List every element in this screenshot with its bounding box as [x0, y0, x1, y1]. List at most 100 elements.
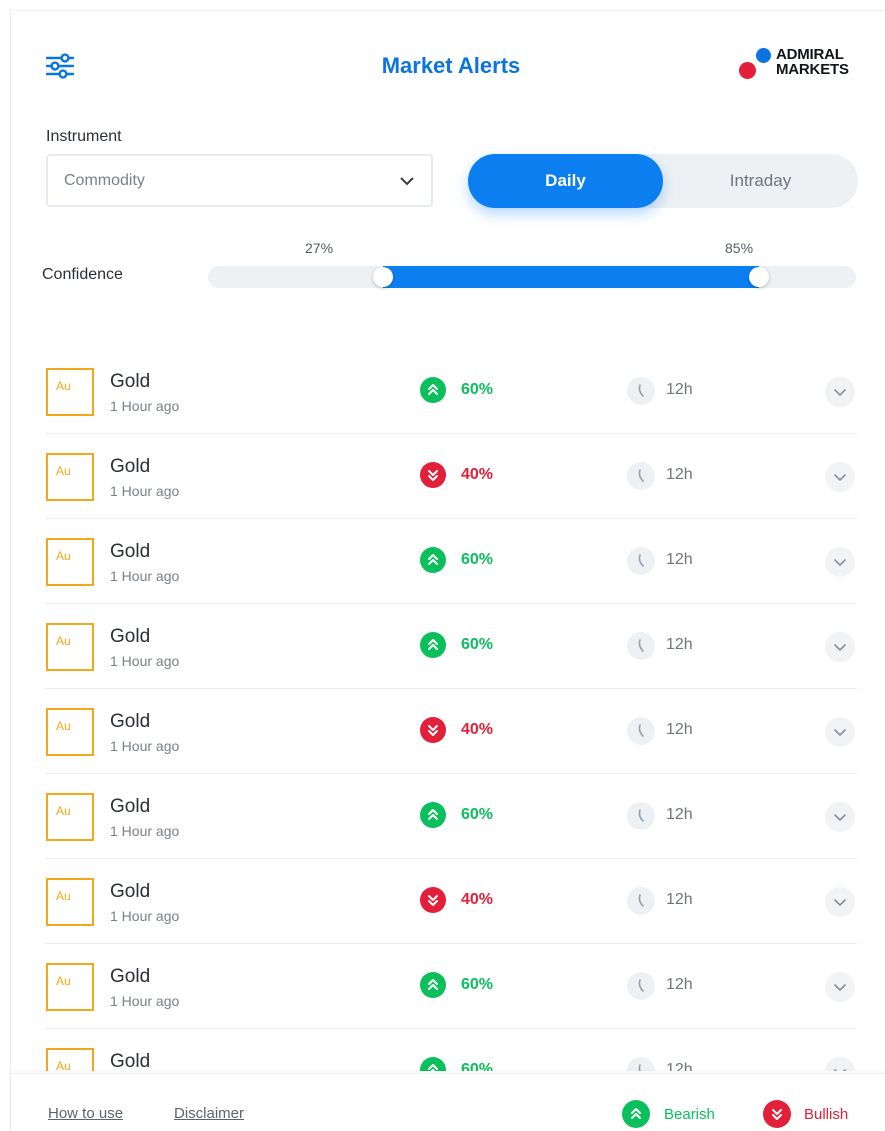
alert-time: 1 Hour ago	[110, 738, 180, 754]
instrument-name: Gold	[110, 1051, 151, 1071]
alert-duration: 12h	[666, 551, 693, 568]
chevron-down-icon	[400, 177, 414, 186]
chevron-down-icon	[825, 559, 855, 581]
instrument-name: Gold	[110, 796, 151, 817]
chevron-down-icon	[825, 984, 855, 1006]
alert-row[interactable]: AuGold1 Hour ago60%12h	[45, 774, 857, 859]
logo-text: ADMIRAL MARKETS	[776, 47, 849, 77]
market-alerts-panel: Market Alerts ADMIRAL MARKETS Instrument…	[10, 10, 885, 1131]
alert-time: 1 Hour ago	[110, 823, 180, 839]
footer: How to use Disclaimer Bearish Bullish	[11, 1073, 885, 1131]
expand-button[interactable]	[825, 972, 855, 1002]
expand-button[interactable]	[825, 802, 855, 832]
alert-time: 1 Hour ago	[110, 908, 180, 924]
instrument-badge: Au	[46, 1048, 94, 1071]
clock-icon	[627, 462, 655, 490]
double-chevron-up-icon	[622, 1100, 650, 1128]
instrument-badge: Au	[46, 878, 94, 926]
signal-value: 60%	[461, 636, 494, 653]
alert-time: 1 Hour ago	[110, 483, 180, 499]
chevron-down-icon	[825, 814, 855, 836]
tab-daily[interactable]: Daily	[468, 154, 663, 208]
alert-row[interactable]: AuGold1 Hour ago60%12h	[45, 349, 857, 434]
double-chevron-down-icon	[420, 887, 446, 913]
alert-row[interactable]: AuGold1 Hour ago60%12h	[45, 944, 857, 1029]
alerts-list: Au Gold 1 Hour ago 60% 12h Au Gold 1 Hour ago 40…	[11, 349, 885, 1071]
alert-time: 1 Hour ago	[110, 398, 180, 414]
clock-icon	[627, 887, 655, 915]
clock-icon	[627, 632, 655, 660]
alert-row[interactable]: Au Gold 1 Hour ago 40% 12h	[45, 689, 857, 774]
how-to-use-link[interactable]: How to use	[48, 1105, 123, 1122]
alert-duration: 12h	[666, 976, 693, 993]
expand-button[interactable]	[825, 632, 855, 662]
expand-button[interactable]	[825, 717, 855, 747]
instrument-name: Gold	[110, 626, 151, 647]
double-chevron-up-icon	[420, 547, 446, 573]
double-chevron-up-icon	[420, 1057, 446, 1071]
confidence-min-handle[interactable]	[372, 267, 393, 287]
instrument-badge: Au	[46, 368, 94, 416]
expand-button[interactable]	[825, 462, 855, 492]
confidence-range-fill	[382, 266, 759, 288]
alert-time: 1 Hour ago	[110, 653, 180, 669]
clock-icon	[627, 717, 655, 745]
instrument-name: Gold	[110, 966, 151, 987]
instrument-badge: Au	[46, 538, 94, 586]
instrument-name: Gold	[110, 541, 151, 562]
alert-duration: 12h	[666, 806, 693, 823]
alert-row[interactable]: AuGold1 Hour ago60%12h	[45, 1029, 857, 1071]
instrument-badge: Au	[46, 453, 94, 501]
chevron-down-icon	[825, 389, 855, 411]
confidence-max-handle[interactable]	[748, 267, 769, 287]
alert-time: 1 Hour ago	[110, 993, 180, 1009]
confidence-slider[interactable]	[208, 266, 856, 288]
legend-bearish-label: Bearish	[664, 1106, 715, 1123]
logo-line1: ADMIRAL	[776, 46, 844, 63]
alert-duration: 12h	[666, 466, 693, 483]
signal-value: 40%	[461, 466, 494, 483]
signal-value: 60%	[461, 1061, 494, 1071]
chevron-down-icon	[825, 899, 855, 921]
alert-duration: 12h	[666, 721, 693, 738]
logo-line2: MARKETS	[776, 61, 849, 78]
clock-icon	[627, 377, 655, 405]
double-chevron-down-icon	[420, 462, 446, 488]
double-chevron-up-icon	[420, 377, 446, 403]
instrument-name: Gold	[110, 711, 151, 732]
clock-icon	[627, 972, 655, 1000]
chevron-down-icon	[825, 729, 855, 751]
clock-icon	[627, 802, 655, 830]
alert-duration: 12h	[666, 1061, 693, 1071]
timeframe-toggle: Daily Intraday	[468, 154, 858, 208]
instrument-select[interactable]: Commodity	[46, 154, 433, 207]
instrument-name: Gold	[110, 881, 151, 902]
instrument-name: Gold	[110, 456, 151, 477]
instrument-value: Commodity	[64, 172, 145, 189]
signal-value: 40%	[461, 891, 494, 908]
expand-button[interactable]	[825, 547, 855, 577]
clock-icon	[627, 547, 655, 575]
chevron-down-icon	[825, 474, 855, 496]
tab-intraday[interactable]: Intraday	[663, 154, 858, 208]
alert-row[interactable]: Au Gold 1 Hour ago 40% 12h	[45, 859, 857, 944]
confidence-max-value: 85%	[725, 240, 754, 256]
signal-value: 60%	[461, 381, 494, 398]
expand-button[interactable]	[825, 377, 855, 407]
alert-row[interactable]: Au Gold 1 Hour ago 40% 12h	[45, 434, 857, 519]
confidence-label: Confidence	[42, 266, 123, 283]
expand-button[interactable]	[825, 887, 855, 917]
double-chevron-up-icon	[420, 972, 446, 998]
disclaimer-link[interactable]: Disclaimer	[174, 1105, 244, 1122]
double-chevron-up-icon	[420, 802, 446, 828]
alert-row[interactable]: AuGold1 Hour ago60%12h	[45, 604, 857, 689]
double-chevron-down-icon	[763, 1100, 791, 1128]
expand-button[interactable]	[825, 1057, 855, 1071]
alert-duration: 12h	[666, 381, 693, 398]
instrument-badge: Au	[46, 623, 94, 671]
legend-bullish-label: Bullish	[804, 1106, 849, 1123]
instrument-badge: Au	[46, 963, 94, 1011]
brand-logo: ADMIRAL MARKETS	[736, 45, 866, 85]
alert-row[interactable]: AuGold1 Hour ago60%12h	[45, 519, 857, 604]
alert-duration: 12h	[666, 891, 693, 908]
